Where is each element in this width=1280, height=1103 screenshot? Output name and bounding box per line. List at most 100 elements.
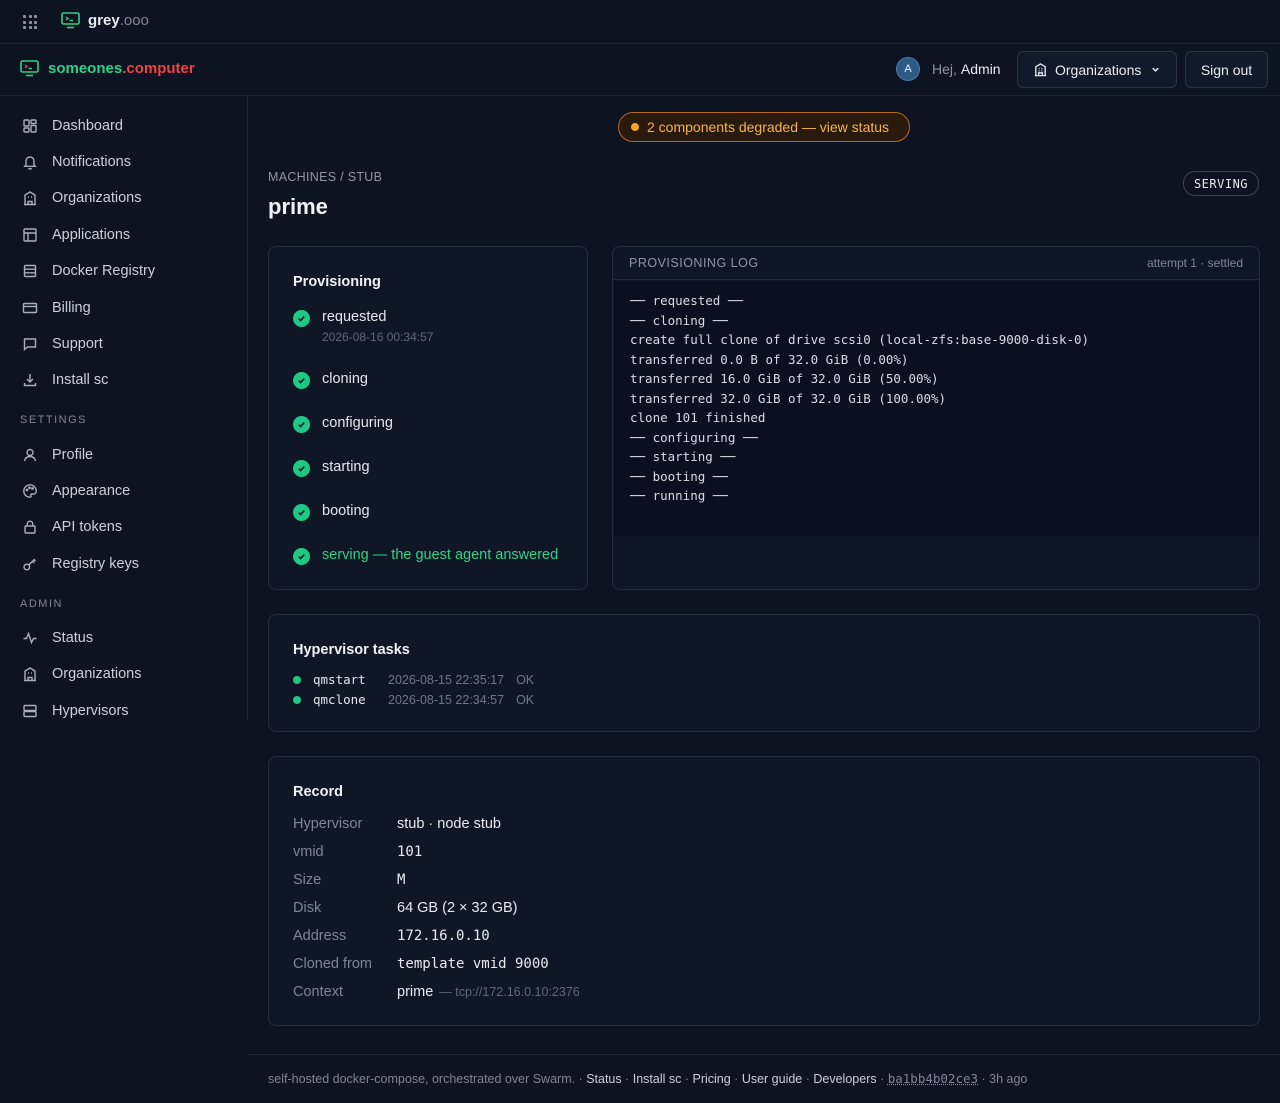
sidebar-item-label: Appearance xyxy=(52,483,131,499)
top-bar: grey.ooo xyxy=(0,0,1280,44)
task-status: OK xyxy=(516,692,535,707)
check-circle-icon xyxy=(293,548,310,565)
step-starting: starting xyxy=(293,459,370,477)
log-line: create full clone of drive scsi0 (local-… xyxy=(630,332,1090,347)
sidebar-item-label: Docker Registry xyxy=(52,263,156,279)
check-circle-icon xyxy=(293,460,310,477)
dashboard-icon xyxy=(23,119,37,133)
building-icon xyxy=(24,667,36,682)
brand-part2: .computer xyxy=(122,60,195,77)
step-timestamp: 2026-08-16 00:34:57 xyxy=(322,330,434,344)
log-output[interactable]: ── requested ── ── cloning ── create ful… xyxy=(614,281,1259,536)
sidebar-item-label: Support xyxy=(52,336,103,352)
record-key: Size xyxy=(293,872,322,888)
check-circle-icon xyxy=(293,416,310,433)
building-icon xyxy=(24,191,36,206)
footer-link-install-sc[interactable]: Install sc xyxy=(633,1072,682,1086)
status-banner[interactable]: 2 components degraded — view status xyxy=(618,112,910,142)
breadcrumb[interactable]: MACHINES / STUB xyxy=(268,170,382,184)
footer-link-status[interactable]: Status xyxy=(586,1072,621,1086)
footer-link-user-guide[interactable]: User guide xyxy=(742,1072,802,1086)
record-value: template vmid 9000 xyxy=(397,956,549,972)
step-label: cloning xyxy=(322,371,368,387)
settings-section-label: SETTINGS xyxy=(20,414,88,426)
sidebar-item-label: Profile xyxy=(52,447,94,463)
sidebar-item-dashboard[interactable]: Dashboard xyxy=(22,115,123,137)
user-icon xyxy=(23,448,37,462)
layout-icon xyxy=(23,228,37,242)
grey-brand[interactable]: grey.ooo xyxy=(61,12,149,29)
sidebar-item-api-tokens[interactable]: API tokens xyxy=(22,516,122,538)
sidebar-item-applications[interactable]: Applications xyxy=(22,224,130,246)
record-key: Cloned from xyxy=(293,956,372,972)
sidebar-item-status[interactable]: Status xyxy=(22,627,93,649)
avatar[interactable]: A xyxy=(896,57,920,81)
sidebar-item-support[interactable]: Support xyxy=(22,333,103,355)
sidebar-item-label: Organizations xyxy=(52,666,142,682)
log-line: ── running ── xyxy=(630,488,728,503)
organizations-dropdown-button[interactable]: Organizations xyxy=(1017,51,1177,88)
step-serving: serving — the guest agent answered xyxy=(293,547,558,565)
record-value: 64 GB (2 × 32 GB) xyxy=(397,900,518,916)
sidebar-item-profile[interactable]: Profile xyxy=(22,444,93,466)
chat-icon xyxy=(23,338,37,351)
log-line: clone 101 finished xyxy=(630,410,766,425)
log-line: ── requested ── xyxy=(630,293,743,308)
sidebar-item-appearance[interactable]: Appearance xyxy=(22,480,130,502)
building-icon xyxy=(1034,63,1047,77)
task-row: qmstart 2026-08-15 22:35:17 OK xyxy=(293,672,534,687)
activity-icon xyxy=(23,631,37,645)
sidebar-item-organizations[interactable]: Organizations xyxy=(22,187,141,209)
record-key: vmid xyxy=(293,844,324,860)
sidebar-item-registry-keys[interactable]: Registry keys xyxy=(22,553,139,575)
record-title: Record xyxy=(293,784,343,800)
step-label: booting xyxy=(322,503,370,519)
sidebar-item-label: Hypervisors xyxy=(52,703,129,719)
sidebar-item-label: Dashboard xyxy=(52,118,123,134)
task-time: 2026-08-15 22:34:57 xyxy=(388,692,505,707)
site-brand[interactable]: someones.computer xyxy=(20,60,195,77)
step-configuring: configuring xyxy=(293,415,393,433)
greeting-text: Hej, xyxy=(932,61,957,77)
sidebar-item-label: Install sc xyxy=(52,372,109,388)
log-line: ── configuring ── xyxy=(630,429,758,445)
sidebar-item-admin-organizations[interactable]: Organizations xyxy=(22,663,141,685)
app-grid-icon[interactable] xyxy=(23,15,37,29)
context-name: prime xyxy=(397,984,434,1000)
sign-out-button[interactable]: Sign out xyxy=(1185,51,1268,88)
footer-link-developers[interactable]: Developers xyxy=(813,1072,876,1086)
footer-commit-hash[interactable]: ba1bb4b02ce3 xyxy=(888,1071,978,1086)
record-value: stub · node stub xyxy=(397,816,501,832)
task-name: qmstart xyxy=(313,672,366,687)
step-label: starting xyxy=(322,459,370,475)
sidebar-item-hypervisors[interactable]: Hypervisors xyxy=(22,700,129,722)
sidebar-item-docker-registry[interactable]: Docker Registry xyxy=(22,260,155,282)
chevron-down-icon xyxy=(1152,67,1160,72)
sidebar-item-billing[interactable]: Billing xyxy=(22,297,91,319)
log-line: transferred 16.0 GiB of 32.0 GiB (50.00%… xyxy=(630,371,939,386)
record-value: 101 xyxy=(397,844,423,860)
sidebar-item-notifications[interactable]: Notifications xyxy=(22,151,131,173)
sidebar-item-label: Billing xyxy=(52,300,91,316)
record-value: 172.16.0.10 xyxy=(397,928,490,944)
provisioning-log-card: PROVISIONING LOG attempt 1 · settled ── … xyxy=(612,246,1260,590)
status-dot-icon xyxy=(293,695,301,704)
greeting: Hej, Admin xyxy=(932,61,1001,77)
key-icon xyxy=(23,558,36,571)
log-line: transferred 0.0 B of 32.0 GiB (0.00%) xyxy=(630,351,909,367)
status-badge: SERVING xyxy=(1183,171,1259,196)
sidebar-item-install-sc[interactable]: Install sc xyxy=(22,369,108,391)
brand-tld: .ooo xyxy=(119,12,149,29)
sidebar-item-label: Notifications xyxy=(52,154,131,170)
record-key: Context xyxy=(293,984,343,1000)
credit-card-icon xyxy=(22,302,38,314)
download-icon xyxy=(23,374,37,387)
footer-text: self-hosted docker-compose, orchestrated… xyxy=(268,1071,1028,1086)
bell-icon xyxy=(23,156,37,170)
brand-part1: someones xyxy=(48,60,123,77)
footer-link-pricing[interactable]: Pricing xyxy=(692,1072,730,1086)
sidebar-item-label: Organizations xyxy=(52,190,142,206)
log-line: ── starting ── xyxy=(630,449,736,464)
status-banner-text: 2 components degraded — view status xyxy=(647,119,890,135)
sidebar-item-label: Applications xyxy=(52,227,131,243)
